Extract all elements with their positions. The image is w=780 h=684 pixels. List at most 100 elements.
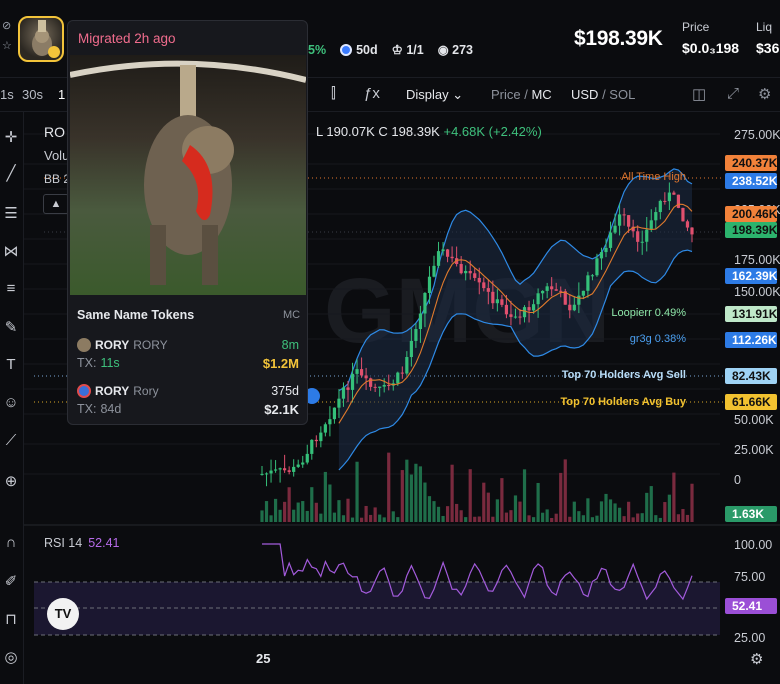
candle-body <box>654 212 658 221</box>
price-tag: 162.39K <box>725 268 778 284</box>
volume-bar <box>608 499 613 522</box>
launchpad-badge-icon <box>48 46 60 58</box>
price-tag-text: 162.39K <box>732 269 778 283</box>
same-name-token-row[interactable]: RORY Rory 375d TX: 84d $2.1K <box>77 382 299 422</box>
candle-body <box>359 369 364 376</box>
candle-body <box>378 386 382 388</box>
volume-bar <box>513 495 518 522</box>
chart-settings-icon[interactable]: ⚙ <box>750 650 763 668</box>
candle-body <box>636 231 640 242</box>
volume-bar <box>672 472 676 522</box>
candle-body <box>346 387 350 390</box>
candle-body <box>513 316 518 318</box>
volume-bar <box>676 514 681 522</box>
indicators-fx-icon[interactable]: ƒx <box>364 85 380 102</box>
candle-body <box>409 340 413 358</box>
token-icon <box>77 384 91 398</box>
camera-icon[interactable]: ◫ <box>692 85 706 103</box>
volume-bar <box>667 494 671 522</box>
ruler-icon[interactable]: ⟋ <box>1 432 21 449</box>
volume-legend: Volu <box>44 148 70 163</box>
usd-sol-toggle[interactable]: USD / SOL <box>571 87 635 102</box>
brush-icon[interactable]: ✎ <box>1 318 21 336</box>
token-tx: TX: 84d <box>77 402 122 416</box>
price-tag: 112.26K <box>725 332 777 348</box>
timeframe-1[interactable]: 1 <box>58 87 65 102</box>
candle-body <box>663 200 667 202</box>
volume-bar <box>482 482 486 522</box>
candle-body <box>676 194 681 208</box>
stat-percent: 5% <box>308 42 327 57</box>
gr3g-label: gr3g 0.38% <box>630 333 686 345</box>
volume-bar <box>427 496 432 522</box>
candle-body <box>658 200 662 213</box>
candle-body <box>450 256 454 259</box>
candle-body <box>667 192 671 202</box>
mc-header: MC <box>283 309 301 321</box>
crosshair-icon[interactable]: ✛ <box>1 128 21 146</box>
candle-body <box>414 329 418 341</box>
volume-bar <box>287 487 291 522</box>
candle-type-icon[interactable]: ⫿ <box>331 85 336 102</box>
volume-bar <box>314 502 318 522</box>
volume-bar <box>658 517 662 522</box>
candle-body <box>269 470 273 474</box>
horizontal-lines-icon[interactable]: ☰ <box>1 204 21 222</box>
token-icon <box>77 338 91 352</box>
fib-icon[interactable]: ≡ <box>1 280 21 297</box>
trendline-icon[interactable]: ╱ <box>1 164 21 182</box>
volume-bar <box>617 507 622 522</box>
expand-icon[interactable]: ⤢ <box>727 85 739 102</box>
pump-icon <box>340 43 353 56</box>
candle-body <box>283 468 287 471</box>
display-dropdown[interactable]: Display ⌄ <box>406 87 463 103</box>
lock-draw-icon[interactable]: ✐ <box>1 572 21 590</box>
pattern-icon[interactable]: ⋈ <box>1 242 21 260</box>
candle-body <box>350 373 355 390</box>
candle-body <box>355 369 359 374</box>
candle-body <box>364 375 368 379</box>
volume-bar <box>545 509 549 522</box>
candle-body <box>509 314 513 317</box>
candle-body <box>273 469 278 471</box>
y-tick: 50.00K <box>734 413 774 427</box>
volume-bar <box>278 509 282 522</box>
price-tag-text: 82.43K <box>732 369 771 383</box>
text-icon[interactable]: T <box>1 356 21 373</box>
lock-icon[interactable]: ⊓ <box>1 610 21 628</box>
candle-body <box>672 192 676 195</box>
rsi-tick: 100.00 <box>734 538 772 552</box>
token-avatar[interactable] <box>18 16 64 62</box>
candle-body <box>427 276 432 293</box>
tradingview-logo[interactable]: TV <box>47 598 79 630</box>
candle-body <box>531 304 536 311</box>
candle-body <box>622 214 626 216</box>
collapse-legend-button[interactable]: ▲ <box>43 194 69 214</box>
volume-bar <box>296 502 300 522</box>
volume-bar <box>269 515 273 522</box>
liq-label: Liq <box>756 20 773 34</box>
volume-bar <box>500 478 504 522</box>
eye-off-icon[interactable]: ⊘ <box>2 16 16 36</box>
rsi-legend: RSI 14 52.41 <box>44 536 120 550</box>
volume-bar <box>396 517 400 522</box>
timeframe-30s[interactable]: 30s <box>22 87 43 102</box>
candle-body <box>432 265 436 277</box>
zoom-icon[interactable]: ⊕ <box>1 472 21 490</box>
price-tag: 82.43K <box>725 368 777 384</box>
volume-bar <box>337 500 341 522</box>
candle-body <box>613 225 617 233</box>
top-buy-label: Top 70 Holders Avg Buy <box>560 396 686 408</box>
price-mc-toggle[interactable]: Price / MC <box>491 87 552 102</box>
settings-icon[interactable]: ⚙ <box>758 85 771 103</box>
star-icon[interactable]: ☆ <box>2 36 16 56</box>
magnet-icon[interactable]: ∩ <box>1 534 21 551</box>
same-name-token-row[interactable]: RORY RORY 8m TX: 11s $1.2M <box>77 336 299 376</box>
price-value: $0.0₃198 <box>682 40 740 56</box>
candle-body <box>264 473 269 475</box>
emoji-icon[interactable]: ☺ <box>1 394 21 411</box>
price-tag: 52.41 <box>725 598 777 614</box>
visibility-icon[interactable]: ◎ <box>1 648 21 666</box>
same-name-title: Same Name Tokens <box>77 308 195 322</box>
timeframe-1s[interactable]: 1s <box>0 87 14 102</box>
